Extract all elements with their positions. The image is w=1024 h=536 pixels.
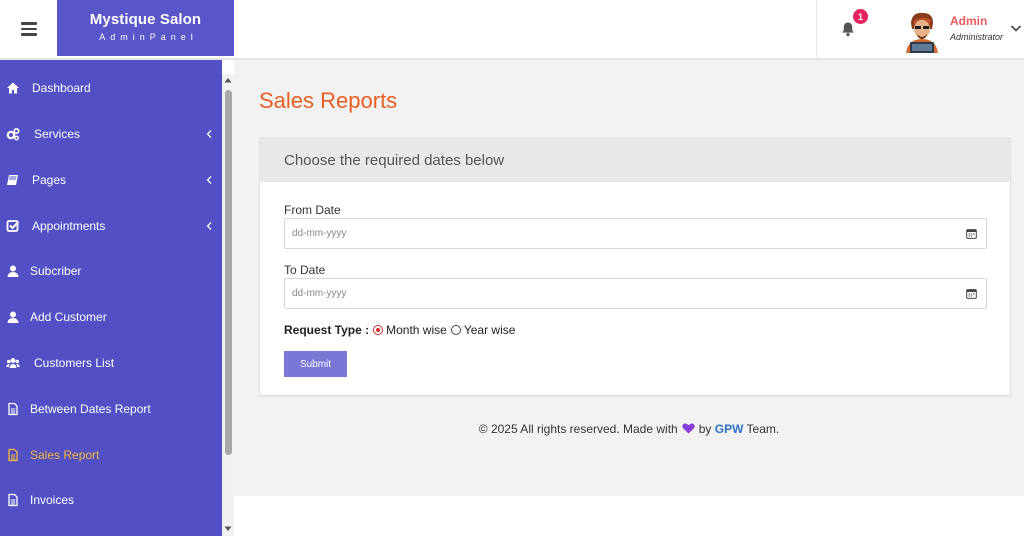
notification-badge: 1 bbox=[853, 9, 868, 24]
footer-team-suffix: Team. bbox=[746, 422, 780, 436]
sidebar-item-dashboard[interactable]: Dashboard bbox=[0, 66, 222, 110]
sidebar-scrollbar-thumb[interactable] bbox=[225, 90, 232, 455]
sidebar-item-label: Appointments bbox=[32, 219, 106, 233]
page-title: Sales Reports bbox=[259, 88, 398, 113]
footer-by: by bbox=[698, 422, 712, 436]
calendar-icon[interactable] bbox=[966, 288, 977, 299]
user-name: Admin bbox=[950, 14, 988, 28]
footer-team-link[interactable]: GPW bbox=[715, 422, 744, 436]
chevron-down-icon[interactable] bbox=[1010, 23, 1022, 33]
sidebar-item-appointments[interactable]: Appointments bbox=[0, 204, 222, 248]
user-icon bbox=[7, 265, 19, 277]
sidebar-item-label: Invoices bbox=[30, 493, 75, 507]
sidebar-item-label: Sales Report bbox=[30, 448, 100, 462]
year-wise-radio[interactable] bbox=[450, 325, 461, 335]
sidebar-item-label: Dashboard bbox=[32, 81, 91, 95]
from-date-label: From Date bbox=[284, 203, 341, 217]
header-divider bbox=[816, 0, 817, 58]
from-date-input[interactable] bbox=[292, 228, 892, 239]
request-type-label: Request Type : bbox=[284, 323, 370, 337]
sidebar-item-invoices[interactable]: Invoices bbox=[0, 478, 222, 522]
users-icon bbox=[6, 358, 20, 368]
footer-text: © 2025 All rights reserved. Made with bbox=[478, 422, 678, 436]
sidebar-item-label: Subcriber bbox=[30, 264, 82, 278]
sidebar-item-label: Customers List bbox=[34, 356, 115, 370]
sidebar-item-label: Between Dates Report bbox=[30, 402, 151, 416]
sidebar-item-sales-report[interactable]: Sales Report bbox=[0, 433, 222, 477]
to-date-field[interactable] bbox=[284, 278, 987, 309]
sidebar-item-add-customer[interactable]: Add Customer bbox=[0, 295, 222, 339]
file-icon bbox=[8, 493, 18, 507]
footer: © 2025 All rights reserved. Made with by … bbox=[234, 422, 1024, 436]
sidebar-item-label: Services bbox=[34, 127, 81, 141]
user-avatar bbox=[902, 9, 942, 53]
check-square-icon bbox=[6, 220, 20, 232]
sidebar: Dashboard Services Pages Appointments Su… bbox=[0, 60, 222, 536]
file-icon bbox=[8, 448, 18, 462]
sidebar-item-subcriber[interactable]: Subcriber bbox=[0, 249, 222, 293]
chevron-left-icon bbox=[206, 222, 212, 230]
hamburger-icon bbox=[20, 19, 37, 39]
user-icon bbox=[7, 311, 19, 323]
year-wise-label[interactable]: Year wise bbox=[464, 323, 516, 337]
submit-button[interactable]: Submit bbox=[284, 351, 347, 377]
heart-icon bbox=[682, 423, 695, 434]
card-header: Choose the required dates below bbox=[260, 138, 1010, 182]
chevron-left-icon bbox=[206, 130, 212, 138]
sidebar-item-pages[interactable]: Pages bbox=[0, 158, 222, 202]
home-icon bbox=[7, 82, 19, 94]
bell-icon bbox=[842, 22, 854, 37]
brand-subtitle: AdminPanel bbox=[99, 32, 198, 42]
month-wise-label[interactable]: Month wise bbox=[386, 323, 447, 337]
gears-icon bbox=[6, 127, 20, 141]
report-form-card: Choose the required dates below bbox=[259, 137, 1011, 396]
card-title: Choose the required dates below bbox=[284, 152, 505, 169]
menu-toggle-button[interactable] bbox=[0, 0, 57, 58]
chevron-left-icon bbox=[206, 176, 212, 184]
sidebar-item-services[interactable]: Services bbox=[0, 112, 222, 156]
to-date-label: To Date bbox=[284, 263, 326, 277]
sidebar-item-between-dates-report[interactable]: Between Dates Report bbox=[0, 387, 222, 431]
brand-name: Mystique Salon bbox=[89, 11, 202, 28]
month-wise-radio[interactable] bbox=[373, 325, 384, 335]
scroll-down-arrow-icon[interactable] bbox=[224, 526, 232, 532]
from-date-field[interactable] bbox=[284, 218, 987, 249]
user-role: Administrator bbox=[950, 32, 1004, 42]
scroll-up-arrow-icon[interactable] bbox=[224, 77, 232, 83]
file-icon bbox=[8, 402, 18, 416]
request-type-group: Request Type : Month wise Year wise bbox=[284, 323, 519, 337]
to-date-input[interactable] bbox=[292, 288, 892, 299]
sidebar-item-customers-list[interactable]: Customers List bbox=[0, 341, 222, 385]
brand-logo[interactable]: Mystique Salon AdminPanel bbox=[57, 0, 234, 56]
book-icon bbox=[7, 175, 18, 185]
sidebar-item-label: Add Customer bbox=[30, 310, 107, 324]
calendar-icon[interactable] bbox=[966, 228, 977, 239]
sidebar-item-label: Pages bbox=[32, 173, 67, 187]
